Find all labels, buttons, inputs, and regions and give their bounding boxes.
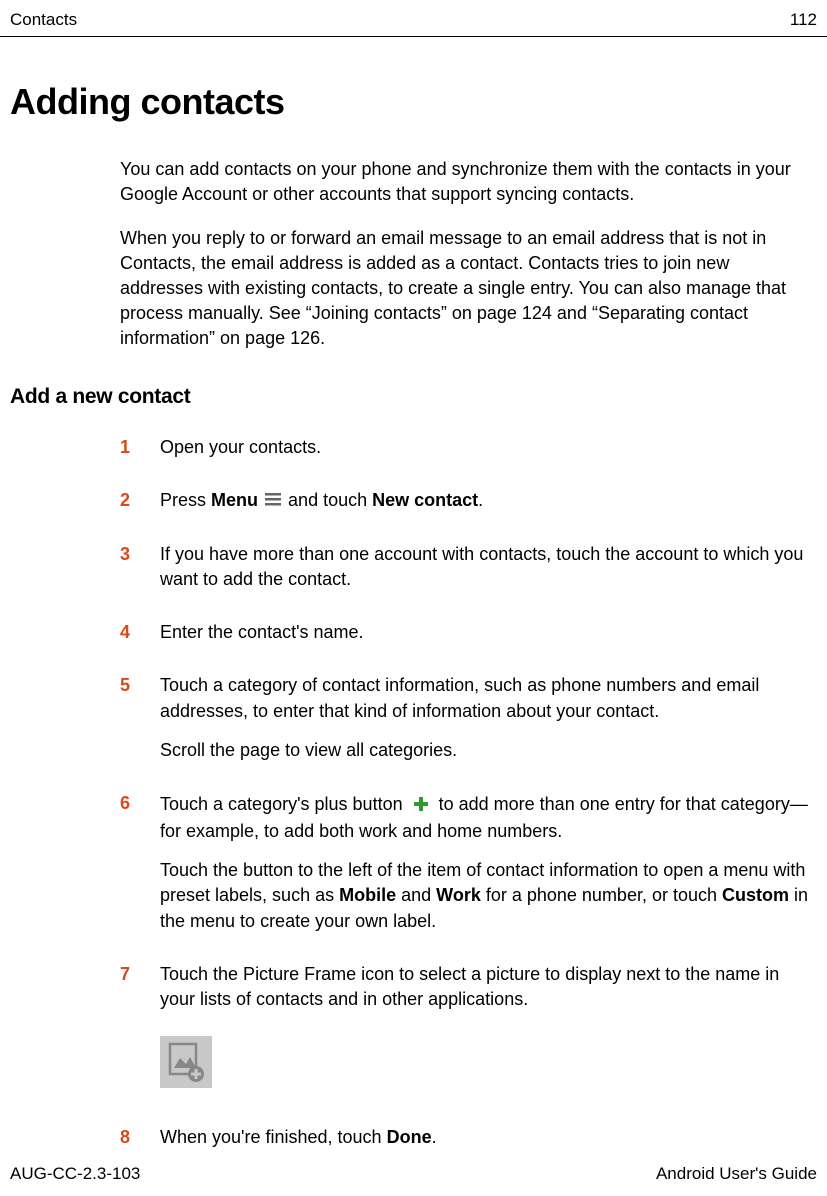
step-number: 7 [120,962,160,1112]
step-text: Press Menu and touch New contact. [160,488,817,528]
step-number: 3 [120,542,160,606]
step-1: 1 Open your contacts. [120,435,817,474]
step-text: Touch the Picture Frame icon to select a… [160,962,817,1112]
header-section: Contacts [10,8,77,32]
step-number: 1 [120,435,160,474]
intro-section: You can add contacts on your phone and s… [10,157,817,351]
header-page-number: 112 [790,8,817,32]
step-number: 5 [120,673,160,777]
step-text: If you have more than one account with c… [160,542,817,606]
footer-guide-name: Android User's Guide [656,1162,817,1186]
step-7: 7 Touch the Picture Frame icon to select… [120,962,817,1112]
step-4: 4 Enter the contact's name. [120,620,817,659]
step-number: 6 [120,791,160,948]
page-header: Contacts 112 [0,0,827,37]
page-content: Adding contacts You can add contacts on … [0,37,827,1189]
step-number: 4 [120,620,160,659]
step-3: 3 If you have more than one account with… [120,542,817,606]
step-text: Touch a category's plus button to add mo… [160,791,817,948]
step-number: 2 [120,488,160,528]
step-6: 6 Touch a category's plus button to add … [120,791,817,948]
step-text: Enter the contact's name. [160,620,817,659]
step-text: Touch a category of contact information,… [160,673,817,777]
intro-paragraph-1: You can add contacts on your phone and s… [120,157,817,207]
plus-icon [414,791,428,819]
page-footer: AUG-CC-2.3-103 Android User's Guide [0,1152,827,1196]
step-2: 2 Press Menu and touch New contact. [120,488,817,528]
steps-list: 1 Open your contacts. 2 Press Menu [10,435,817,1165]
intro-paragraph-2: When you reply to or forward an email me… [120,226,817,352]
section-subtitle: Add a new contact [10,382,817,411]
menu-icon [265,489,281,514]
step-5: 5 Touch a category of contact informatio… [120,673,817,777]
picture-frame-icon [160,1036,212,1095]
footer-doc-id: AUG-CC-2.3-103 [10,1162,140,1186]
page-title: Adding contacts [10,77,817,127]
step-text: Open your contacts. [160,435,817,474]
